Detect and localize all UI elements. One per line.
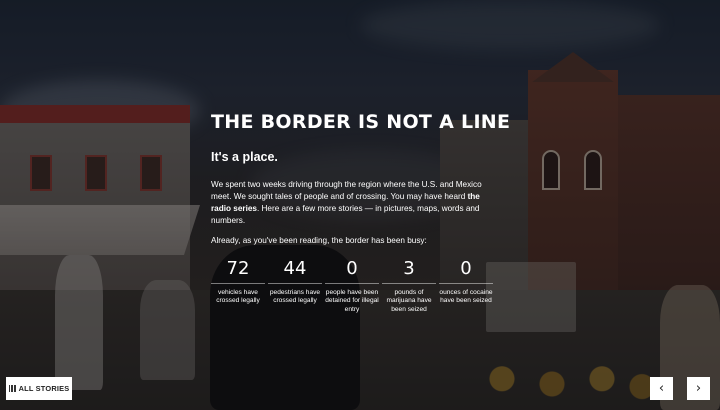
- chevron-right-icon: ›: [695, 381, 702, 396]
- stat-cocaine: 0 ounces of cocaine have been seized: [439, 259, 493, 315]
- stat-label: pounds of marijuana have been seized: [386, 288, 432, 313]
- stat-detained: 0 people have been detained for illegal …: [325, 259, 379, 315]
- stat-vehicles: 72 vehicles have crossed legally: [211, 259, 265, 315]
- intro-text: We spent two weeks driving through the r…: [211, 179, 482, 201]
- stat-label: people have been detained for illegal en…: [325, 288, 379, 313]
- border-counters: 72 vehicles have crossed legally 44 pede…: [211, 259, 495, 315]
- stat-label: pedestrians have crossed legally: [269, 288, 321, 305]
- stat-value: 0: [439, 259, 493, 284]
- stat-pedestrians: 44 pedestrians have crossed legally: [268, 259, 322, 315]
- stat-label: vehicles have crossed legally: [216, 288, 260, 305]
- story-intro: THE BORDER IS NOT A LINE It's a place. W…: [211, 111, 511, 315]
- busy-lead: Already, as you've been reading, the bor…: [211, 235, 427, 245]
- next-button[interactable]: ›: [687, 377, 710, 400]
- all-stories-button[interactable]: ALL STORIES: [6, 377, 72, 400]
- intro-paragraph: We spent two weeks driving through the r…: [211, 179, 501, 227]
- grid-icon: [8, 385, 16, 392]
- stat-value: 3: [382, 259, 436, 284]
- chevron-left-icon: ‹: [658, 381, 665, 396]
- subtitle: It's a place.: [211, 149, 278, 164]
- stat-value: 72: [211, 259, 265, 284]
- stat-value: 44: [268, 259, 322, 284]
- all-stories-label: ALL STORIES: [18, 384, 70, 393]
- previous-button[interactable]: ‹: [650, 377, 673, 400]
- stat-label: ounces of cocaine have been seized: [439, 288, 493, 305]
- page-title: THE BORDER IS NOT A LINE: [211, 111, 511, 133]
- stat-value: 0: [325, 259, 379, 284]
- stat-marijuana: 3 pounds of marijuana have been seized: [382, 259, 436, 315]
